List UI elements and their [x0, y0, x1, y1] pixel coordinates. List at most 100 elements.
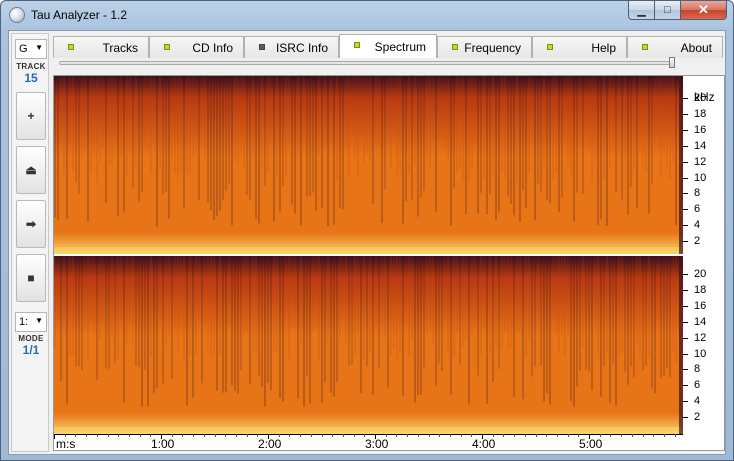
- time-tick-mark: [96, 434, 98, 437]
- play-button[interactable]: ➡: [16, 200, 46, 248]
- spectrogram-texture: [381, 256, 383, 323]
- spectrogram-texture: [261, 76, 263, 166]
- spectrogram-texture: [282, 256, 284, 402]
- spectrogram-texture: [672, 76, 674, 164]
- spectrogram-texture: [171, 76, 173, 163]
- spectrogram-left-channel[interactable]: [54, 76, 683, 254]
- time-tick-mark: [621, 434, 623, 437]
- time-tick-mark: [460, 434, 462, 437]
- frequency-tick-mark: [683, 177, 688, 179]
- zoom-in-button[interactable]: +: [16, 92, 46, 140]
- spectrogram-texture: [588, 256, 590, 373]
- time-tick-label: 4:00: [472, 437, 496, 451]
- chevron-down-icon: ▼: [35, 316, 43, 325]
- spectrogram-texture: [339, 256, 341, 339]
- frequency-tick-label: 6: [694, 379, 701, 392]
- tab-about[interactable]: About: [627, 36, 723, 58]
- spectrogram-texture: [585, 256, 587, 371]
- spectrogram-texture: [564, 256, 566, 356]
- frequency-tick-mark: [683, 337, 688, 339]
- spectrogram-texture: [228, 256, 230, 325]
- spectrogram-texture: [240, 256, 242, 371]
- spectrogram-texture: [444, 76, 446, 151]
- status-led-icon: [547, 44, 553, 50]
- frequency-tick-label: 12: [694, 331, 707, 344]
- time-tick-label: 5:00: [579, 437, 603, 451]
- spectrogram-texture: [249, 76, 251, 200]
- eject-button[interactable]: ⏏: [16, 146, 46, 194]
- spectrogram-texture: [639, 76, 641, 150]
- spectrogram-texture: [507, 76, 509, 197]
- spectrogram-texture: [285, 256, 287, 322]
- spectrogram-texture: [528, 76, 530, 174]
- spectrogram-texture: [174, 76, 176, 173]
- spectrogram-texture: [639, 256, 641, 357]
- spectrogram-texture: [645, 256, 647, 366]
- gain-select[interactable]: G ▼: [15, 39, 47, 59]
- spectrogram-texture: [108, 256, 110, 370]
- spectrogram-texture: [540, 76, 542, 192]
- spectrogram-texture: [90, 76, 92, 174]
- spectrogram-texture: [345, 256, 347, 345]
- time-tick-mark: [193, 434, 195, 437]
- position-slider-thumb[interactable]: [669, 57, 675, 68]
- spectrogram-texture: [627, 76, 629, 215]
- app-icon[interactable]: [9, 7, 25, 23]
- close-button[interactable]: ✕: [681, 1, 727, 20]
- mode-select[interactable]: 1: ▼: [15, 312, 47, 332]
- spectrogram-texture: [96, 256, 98, 380]
- spectrogram-texture: [111, 76, 113, 166]
- spectrogram-texture: [72, 256, 74, 356]
- spectrogram-texture: [309, 256, 311, 404]
- frequency-tick-label: 4: [694, 395, 701, 408]
- spectrogram-texture: [357, 76, 359, 178]
- spectrogram-texture: [426, 76, 428, 158]
- spectrogram-texture: [384, 76, 386, 190]
- spectrogram-texture: [297, 76, 299, 158]
- spectrogram-right-channel[interactable]: [54, 256, 683, 434]
- frequency-tick-label: 2: [694, 235, 701, 248]
- spectrogram-texture: [201, 76, 203, 146]
- spectrogram-texture: [450, 76, 452, 226]
- maximize-button[interactable]: □: [655, 1, 681, 20]
- spectrogram-texture: [444, 256, 446, 322]
- spectrogram-texture: [81, 76, 83, 159]
- spectrogram-texture: [390, 76, 392, 170]
- spectrogram-texture: [675, 76, 677, 226]
- spectrogram-texture: [423, 256, 425, 368]
- tab-spectrum[interactable]: Spectrum: [339, 34, 437, 58]
- spectrogram-texture: [636, 76, 638, 208]
- time-tick-mark: [503, 434, 505, 437]
- frequency-tick-label: 2: [694, 411, 701, 424]
- spectrogram-texture: [648, 76, 650, 214]
- spectrogram-texture: [339, 76, 341, 208]
- time-tick-mark: [567, 434, 569, 437]
- spectrogram-texture: [129, 256, 131, 324]
- spectrogram-texture: [675, 256, 677, 363]
- time-tick-mark: [75, 434, 77, 437]
- position-slider-track[interactable]: [59, 61, 671, 65]
- title-bar[interactable]: Tau Analyzer - 1.2 ▁ □ ✕: [1, 1, 733, 29]
- spectrogram-texture: [135, 256, 137, 367]
- tab-tracks[interactable]: Tracks: [53, 36, 149, 58]
- stop-button[interactable]: ■: [16, 254, 46, 302]
- spectrogram-texture: [306, 76, 308, 197]
- spectrogram-texture: [342, 76, 344, 209]
- tab-frequency[interactable]: Frequency: [437, 36, 532, 58]
- left-toolbar: G ▼ TRACK 15 + ⏏ ➡ ■ 1: ▼ MODE 1/1: [11, 33, 49, 452]
- spectrogram-texture: [240, 76, 242, 153]
- tab-help[interactable]: Help: [532, 36, 627, 58]
- tab-isrc-info[interactable]: ISRC Info: [244, 36, 339, 58]
- spectrogram-texture: [153, 256, 155, 393]
- spectrogram-texture: [618, 256, 620, 357]
- minimize-button[interactable]: ▁: [628, 1, 655, 20]
- spectrogram-texture: [354, 76, 356, 159]
- spectrogram-texture: [453, 76, 455, 188]
- spectrogram-texture: [621, 256, 623, 352]
- spectrogram-texture: [651, 76, 653, 185]
- spectrogram-texture: [102, 256, 104, 324]
- spectrogram-texture: [636, 256, 638, 346]
- frequency-tick-label: 18: [694, 283, 707, 296]
- spectrogram-texture: [438, 76, 440, 142]
- tab-cd-info[interactable]: CD Info: [149, 36, 244, 58]
